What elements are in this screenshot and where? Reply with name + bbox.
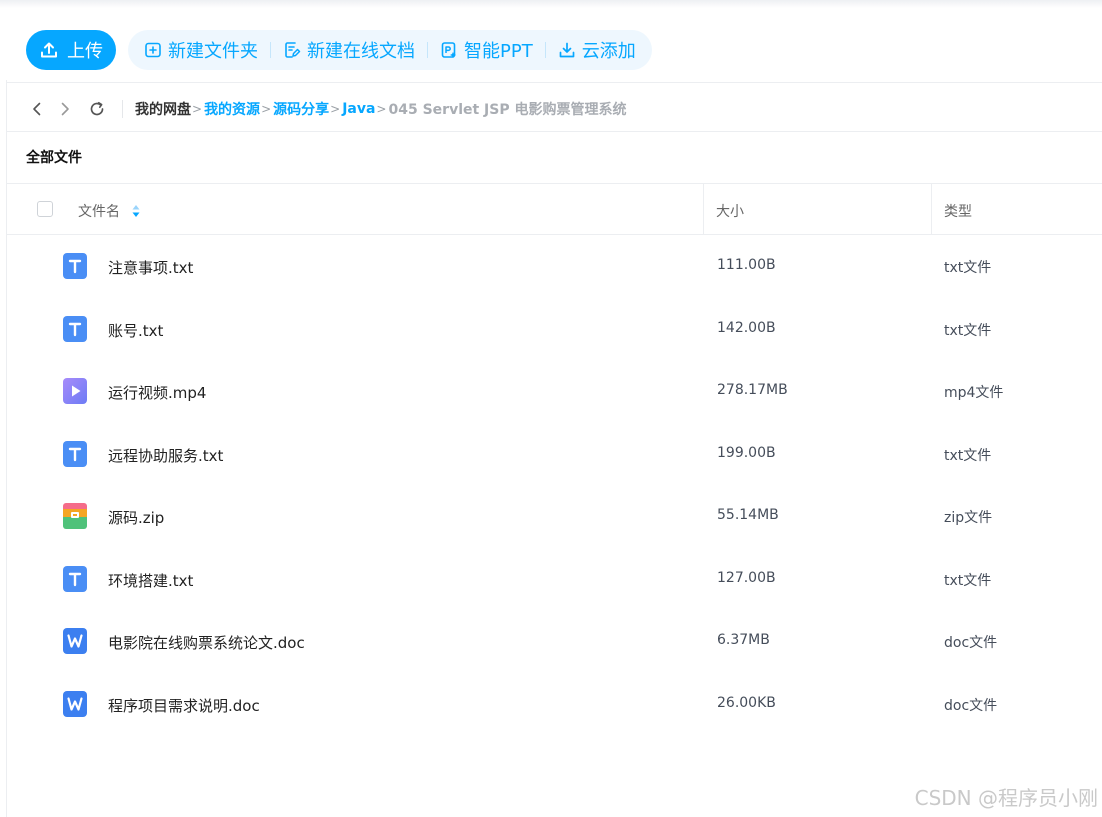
file-type: zip文件: [944, 510, 993, 526]
forward-button[interactable]: [54, 95, 76, 123]
breadcrumb-item-current: 045 Servlet JSP 电影购票管理系统: [388, 102, 627, 118]
file-name[interactable]: 环境搭建.txt: [108, 570, 193, 591]
watermark: CSDN @程序员小刚: [914, 786, 1098, 810]
select-all-checkbox[interactable]: [37, 201, 53, 217]
file-size: 55.14MB: [717, 507, 779, 523]
table-row[interactable]: 源码.zip 55.14MB zip文件: [6, 486, 1102, 546]
nav-bar: 我的网盘 > 我的资源 > 源码分享 > Java > 045 Servlet …: [26, 95, 626, 123]
breadcrumb-arrow-icon: >: [192, 102, 203, 116]
toolbar-divider: [6, 82, 1102, 83]
download-icon: [559, 42, 575, 58]
upload-icon: [41, 42, 57, 58]
breadcrumb: 我的网盘 > 我的资源 > 源码分享 > Java > 045 Servlet …: [135, 99, 626, 119]
breadcrumb-item-java[interactable]: Java: [342, 101, 375, 117]
breadcrumb-item-source-share[interactable]: 源码分享: [273, 99, 329, 119]
table-row[interactable]: 注意事项.txt 111.00B txt文件: [6, 236, 1102, 296]
column-separator: [703, 184, 704, 235]
refresh-button[interactable]: [86, 95, 108, 123]
file-name[interactable]: 程序项目需求说明.doc: [108, 695, 260, 716]
page-title: 全部文件: [26, 150, 82, 166]
column-header-type[interactable]: 类型: [944, 201, 972, 221]
column-header-name[interactable]: 文件名: [78, 201, 140, 221]
table-row[interactable]: 程序项目需求说明.doc 26.00KB doc文件: [6, 674, 1102, 734]
file-type: doc文件: [944, 635, 998, 651]
column-separator: [931, 184, 932, 235]
edit-doc-icon: [285, 42, 301, 58]
file-size: 142.00B: [717, 320, 776, 336]
txt-file-icon: [63, 441, 87, 467]
toolbar-actions: 新建文件夹 新建在线文档 智能PPT 云添加: [128, 30, 652, 70]
chevron-left-icon: [33, 102, 41, 116]
file-name[interactable]: 电影院在线购票系统论文.doc: [108, 632, 305, 653]
add-folder-icon: [145, 42, 161, 58]
new-folder-button[interactable]: 新建文件夹: [140, 37, 262, 63]
table-header: 文件名 大小 类型: [6, 183, 1102, 235]
table-row[interactable]: 环境搭建.txt 127.00B txt文件: [6, 549, 1102, 609]
table-row[interactable]: 账号.txt 142.00B txt文件: [6, 299, 1102, 359]
table-row[interactable]: 运行视频.mp4 278.17MB mp4文件: [6, 361, 1102, 421]
zip-file-icon: [63, 503, 87, 529]
file-type: txt文件: [944, 573, 992, 589]
txt-file-icon: [63, 253, 87, 279]
breadcrumb-arrow-icon: >: [376, 102, 387, 116]
txt-file-icon: [63, 316, 87, 342]
table-row[interactable]: 电影院在线购票系统论文.doc 6.37MB doc文件: [6, 611, 1102, 671]
file-name[interactable]: 远程协助服务.txt: [108, 445, 223, 466]
back-button[interactable]: [26, 95, 48, 123]
doc-file-icon: [63, 628, 87, 654]
cloud-add-button[interactable]: 云添加: [554, 37, 640, 63]
breadcrumb-arrow-icon: >: [330, 102, 341, 116]
cloud-add-label: 云添加: [581, 41, 636, 62]
file-size: 199.00B: [717, 445, 776, 461]
file-type: mp4文件: [944, 385, 1004, 401]
refresh-icon: [90, 101, 104, 116]
file-name[interactable]: 账号.txt: [108, 320, 163, 341]
file-size: 278.17MB: [717, 382, 788, 398]
table-row[interactable]: 远程协助服务.txt 199.00B txt文件: [6, 424, 1102, 484]
ppt-icon: [441, 42, 456, 58]
file-name[interactable]: 注意事项.txt: [108, 257, 193, 278]
txt-file-icon: [63, 566, 87, 592]
file-type: txt文件: [944, 260, 992, 276]
column-header-size[interactable]: 大小: [716, 201, 744, 221]
smart-ppt-button[interactable]: 智能PPT: [436, 37, 537, 63]
nav-separator: [122, 100, 123, 118]
breadcrumb-item-my-resources[interactable]: 我的资源: [204, 99, 260, 119]
file-size: 26.00KB: [717, 695, 776, 711]
file-type: txt文件: [944, 323, 992, 339]
file-size: 6.37MB: [717, 632, 770, 648]
smart-ppt-label: 智能PPT: [464, 41, 533, 62]
new-online-doc-button[interactable]: 新建在线文档: [279, 37, 419, 63]
new-online-doc-label: 新建在线文档: [307, 41, 415, 62]
nav-divider: [6, 131, 1102, 132]
video-file-icon: [63, 378, 87, 404]
new-folder-label: 新建文件夹: [168, 41, 258, 62]
upload-button[interactable]: 上传: [26, 30, 116, 70]
file-type: doc文件: [944, 698, 998, 714]
breadcrumb-arrow-icon: >: [261, 102, 272, 116]
column-header-name-label: 文件名: [78, 204, 120, 220]
file-type: txt文件: [944, 448, 992, 464]
file-size: 127.00B: [717, 570, 776, 586]
upload-label: 上传: [67, 41, 103, 62]
file-name[interactable]: 源码.zip: [108, 507, 164, 528]
doc-file-icon: [63, 691, 87, 717]
toolbar-separator: [427, 42, 428, 58]
toolbar-separator: [270, 42, 271, 58]
toolbar: 上传 新建文件夹 新建在线文档 智能PPT 云添加: [26, 30, 652, 70]
breadcrumb-item-my-drive[interactable]: 我的网盘: [135, 99, 191, 119]
top-shadow: [0, 0, 1102, 8]
file-size: 111.00B: [717, 257, 776, 273]
sort-icon: [132, 205, 140, 217]
chevron-right-icon: [61, 102, 69, 116]
file-name[interactable]: 运行视频.mp4: [108, 382, 206, 403]
toolbar-separator: [544, 42, 546, 58]
